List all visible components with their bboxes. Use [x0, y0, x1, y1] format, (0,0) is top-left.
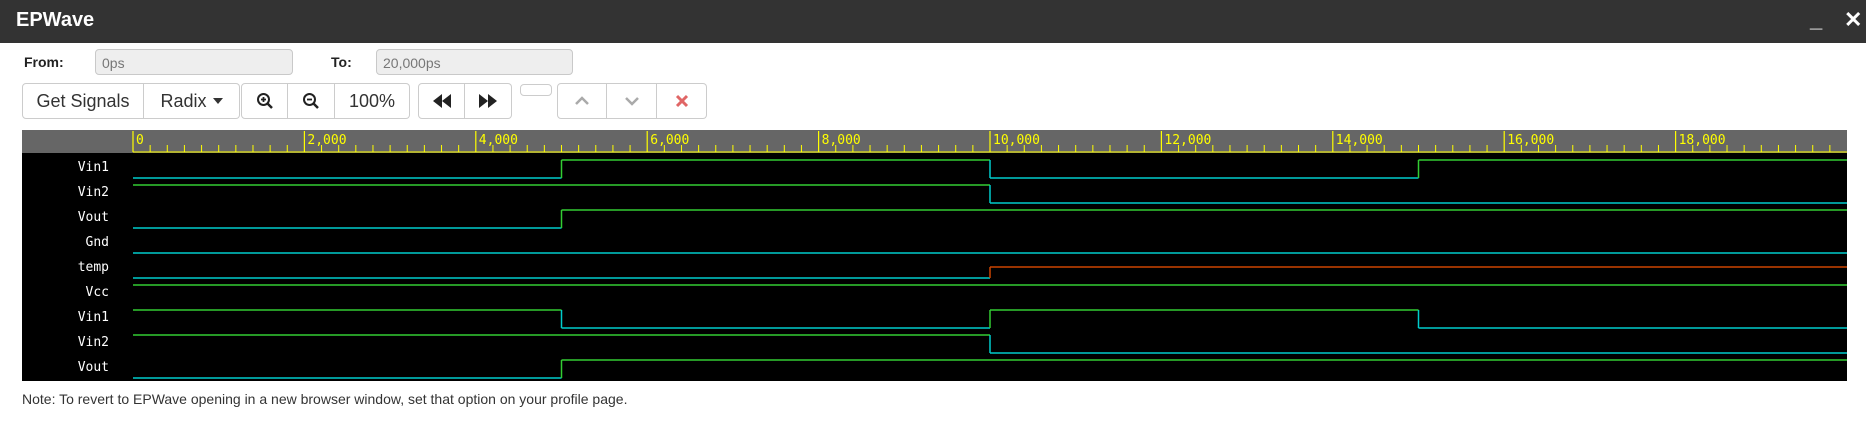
move-up-button[interactable] [557, 83, 607, 119]
signal-name: Vcc [86, 285, 109, 300]
chevron-down-icon [624, 97, 639, 106]
rewind-icon [432, 94, 451, 108]
ruler-tick-label: 4,000 [479, 133, 518, 148]
waveform-viewer[interactable]: 0 2,000 4,000 6,000 8,000 10,000 12,000 14,000 1… [22, 130, 1847, 381]
window-title: EPWave [16, 9, 95, 31]
zoom-out-icon [303, 93, 319, 109]
zoom-out-button[interactable] [288, 83, 335, 119]
radix-label: Radix [160, 90, 207, 111]
to-label: To: [331, 54, 352, 70]
blank-button[interactable] [520, 84, 552, 96]
from-input[interactable]: 0ps [95, 49, 293, 75]
close-window-button[interactable]: ✕ [1844, 8, 1862, 32]
signal-name: Gnd [86, 235, 109, 250]
rewind-button[interactable] [418, 83, 465, 119]
ruler-tick-label: 18,000 [1679, 133, 1726, 148]
fast-forward-button[interactable] [465, 83, 512, 119]
zoom-in-icon [256, 93, 273, 109]
navigate-button-group [418, 83, 512, 119]
to-input[interactable]: 20,000ps [376, 49, 573, 75]
zoom-in-button[interactable] [241, 83, 288, 119]
radix-dropdown[interactable]: Radix [144, 83, 240, 119]
signal-name: temp [78, 260, 109, 275]
note-text: Note: To revert to EPWave opening in a n… [22, 391, 628, 407]
close-icon [675, 94, 688, 108]
title-bar: EPWave _ ✕ [0, 0, 1866, 43]
chevron-up-icon [575, 96, 589, 105]
signal-order-button-group [557, 83, 707, 119]
signals-button-group: Get Signals Radix [22, 83, 240, 119]
get-signals-button[interactable]: Get Signals [22, 83, 144, 119]
ruler-tick-label: 14,000 [1336, 133, 1383, 148]
zoom-level-button[interactable]: 100% [335, 83, 410, 119]
ruler-tick-label: 2,000 [307, 133, 346, 148]
ruler-tick-label: 12,000 [1164, 133, 1211, 148]
signal-name: Vout [78, 210, 109, 225]
from-label: From: [24, 54, 64, 70]
signal-name: Vin1 [78, 310, 109, 325]
ruler-tick-label: 8,000 [822, 133, 861, 148]
ruler-tick-label: 10,000 [993, 133, 1040, 148]
zoom-button-group: 100% [241, 83, 410, 119]
ruler-tick-label: 16,000 [1507, 133, 1554, 148]
move-down-button[interactable] [607, 83, 657, 119]
fast-forward-icon [479, 94, 497, 108]
caret-down-icon [212, 98, 223, 104]
minimize-button[interactable]: _ [1810, 8, 1822, 32]
waveform-background [22, 130, 1847, 381]
remove-signal-button[interactable] [657, 83, 707, 119]
ruler-tick-label: 6,000 [650, 133, 689, 148]
ruler-tick-label: 0 [136, 133, 144, 148]
signal-name: Vout [78, 360, 109, 375]
signal-name: Vin1 [78, 160, 109, 175]
signal-name: Vin2 [78, 185, 109, 200]
signal-name: Vin2 [78, 335, 109, 350]
